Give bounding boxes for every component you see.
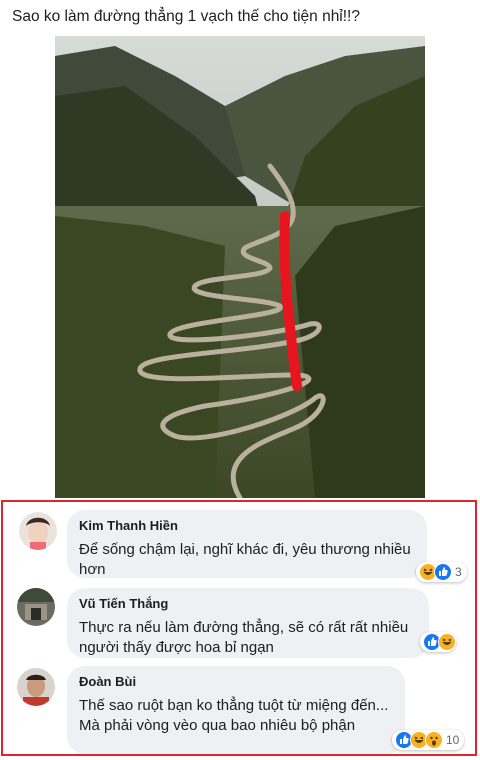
comment-author[interactable]: Kim Thanh Hiền xyxy=(79,517,415,534)
wow-icon xyxy=(425,731,443,749)
haha-icon xyxy=(438,633,456,651)
avatar[interactable] xyxy=(17,668,55,706)
comment-author[interactable]: Vũ Tiến Thắng xyxy=(79,595,417,612)
avatar[interactable] xyxy=(17,588,55,626)
comment-text: Thực ra nếu làm đường thẳng, sẽ có rất r… xyxy=(79,619,409,656)
comment-bubble: Kim Thanh Hiền Để sống chậm lại, nghĩ kh… xyxy=(67,510,427,578)
mountain-road-photo xyxy=(55,36,425,498)
reaction-summary[interactable] xyxy=(420,632,456,652)
reaction-count: 3 xyxy=(455,565,462,579)
post-text: Sao ko làm đường thẳng 1 vạch thế cho ti… xyxy=(12,8,360,25)
reaction-count: 10 xyxy=(446,733,460,747)
comment-author[interactable]: Đoàn Bùi xyxy=(79,673,393,690)
avatar[interactable] xyxy=(19,512,57,550)
highlighted-comments: Kim Thanh Hiền Để sống chậm lại, nghĩ kh… xyxy=(1,500,477,756)
comment-bubble: Vũ Tiến Thắng Thực ra nếu làm đường thẳn… xyxy=(67,588,429,658)
comment-text: Thế sao ruột bạn ko thẳng tuột từ miệng … xyxy=(79,697,389,734)
comment-text: Để sống chậm lại, nghĩ khác đi, yêu thươ… xyxy=(79,541,411,578)
reaction-summary[interactable]: 3 xyxy=(416,562,467,582)
like-icon xyxy=(434,563,452,581)
post-photo[interactable] xyxy=(55,36,425,498)
comment-bubble: Đoàn Bùi Thế sao ruột bạn ko thẳng tuột … xyxy=(67,666,405,754)
reaction-summary[interactable]: 10 xyxy=(392,730,465,750)
